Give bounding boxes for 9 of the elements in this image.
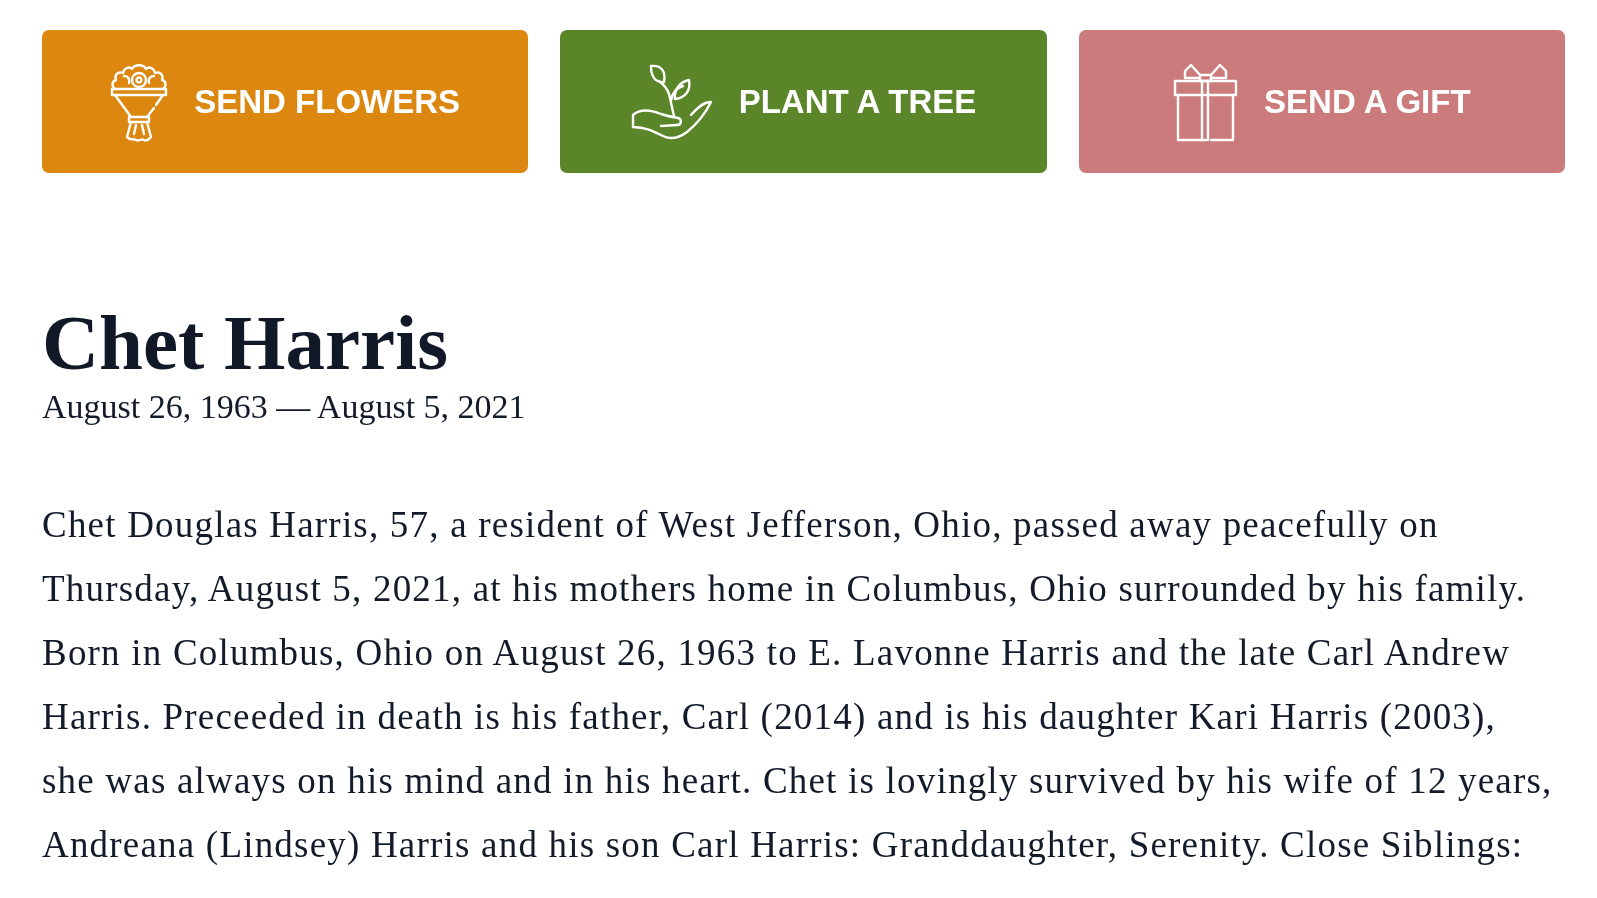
gift-box-icon [1173, 61, 1239, 142]
send-flowers-button[interactable]: SEND FLOWERS [42, 30, 529, 173]
plant-tree-button[interactable]: PLANT A TREE [560, 30, 1047, 173]
hand-sprout-icon [630, 63, 713, 140]
bouquet-icon [110, 61, 169, 142]
send-gift-button[interactable]: SEND A GIFT [1078, 30, 1565, 173]
person-name-heading: Chet Harris [42, 303, 449, 382]
obituary-paragraph: Chet Douglas Harris, 57, a resident of West Jefferson, Ohio, passed away peacefully on Thursday, August 5, 2021, at his mothers home in Columbus, Ohio surrounded by his family. Born in Columbus, Ohio on August 26, 1963 to E. Lavonne Harris and the late Carl Andrew Harris. Preceeded in death is his father, Carl (2014) and is his daughter Kari Harris (2003), she was always on his mind and in his heart. Chet is lovingly survived by his wife of 12 years, Andreana (Lindsey) Harris and his son Carl Harris: Granddaughter, Serenity. Close Siblings: [42, 503, 1554, 867]
life-dates: August 26, 1963 — August 5, 2021 [42, 387, 527, 427]
